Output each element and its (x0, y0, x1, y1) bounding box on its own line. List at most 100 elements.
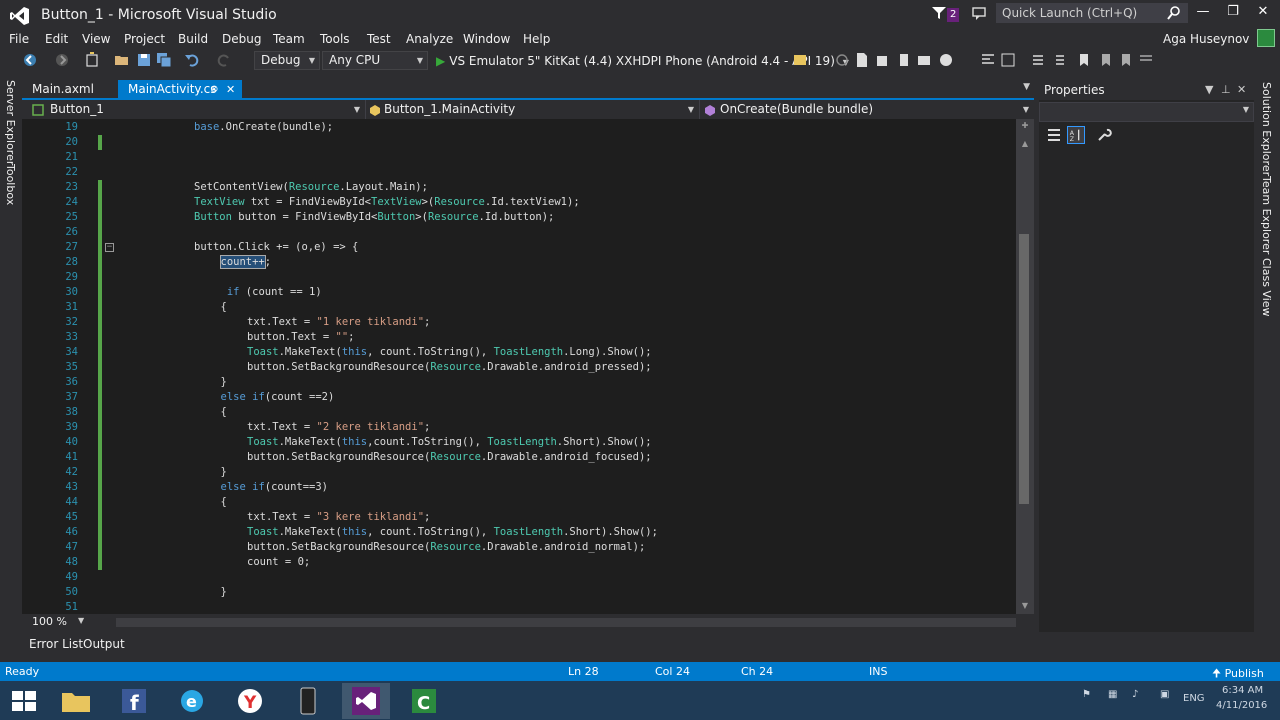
tab-mainactivity-cs[interactable]: MainActivity.cs ⊗ ✕ (118, 80, 242, 99)
new-project-icon[interactable] (84, 52, 100, 68)
input-language[interactable]: ENG (1183, 693, 1205, 704)
bookmark-icon[interactable] (1076, 52, 1092, 68)
code-text[interactable]: txt.Text = "1 kere tiklandi"; (247, 315, 430, 330)
pin-icon[interactable]: ⊗ (210, 80, 218, 99)
code-line[interactable]: 22 (22, 165, 1016, 180)
close-icon[interactable]: ✕ (1237, 83, 1246, 96)
code-line[interactable]: 35 button.SetBackgroundResource(Resource.… (22, 360, 1016, 375)
tab-overflow-icon[interactable]: ▼ (1023, 82, 1030, 92)
code-text[interactable]: Button button = FindViewById<Button>(Res… (194, 210, 554, 225)
zoom-level[interactable]: 100 % (32, 615, 67, 628)
code-text[interactable]: txt.Text = "3 kere tiklandi"; (247, 510, 430, 525)
tray-volume-icon[interactable]: ♪ (1132, 689, 1138, 700)
code-line[interactable]: 28 count++; (22, 255, 1016, 270)
avatar[interactable] (1257, 29, 1275, 47)
code-line[interactable]: 48 count = 0; (22, 555, 1016, 570)
code-line[interactable]: 43 else if(count==3) (22, 480, 1016, 495)
code-line[interactable]: 51 (22, 600, 1016, 614)
menu-window[interactable]: Window (463, 31, 510, 47)
forward-icon[interactable] (54, 52, 70, 68)
code-line[interactable]: 30 if (count == 1) (22, 285, 1016, 300)
categorized-icon[interactable] (1045, 126, 1063, 144)
redo-icon[interactable] (216, 52, 232, 68)
scroll-up-icon[interactable]: ▲ (1019, 139, 1031, 151)
menu-analyze[interactable]: Analyze (406, 31, 453, 47)
team-explorer-tab[interactable]: Team Explorer (1260, 176, 1273, 254)
code-line[interactable]: 47 button.SetBackgroundResource(Resource.… (22, 540, 1016, 555)
solution-explorer-tab[interactable]: Solution Explorer (1260, 82, 1273, 176)
code-line[interactable]: 20 (22, 135, 1016, 150)
collapse-icon[interactable]: − (105, 243, 114, 252)
attach-icon[interactable] (834, 52, 850, 68)
server-explorer-tab[interactable]: Server Explorer (4, 80, 17, 165)
menu-project[interactable]: Project (124, 31, 165, 47)
code-text[interactable]: button.SetBackgroundResource(Resource.Dr… (247, 360, 652, 375)
code-text[interactable]: button.Text = ""; (247, 330, 355, 345)
code-line[interactable]: 49 (22, 570, 1016, 585)
code-line[interactable]: 38 { (22, 405, 1016, 420)
code-line[interactable]: 19 base.OnCreate(bundle); (22, 120, 1016, 135)
wrench-icon[interactable] (1095, 126, 1113, 144)
document-icon[interactable] (854, 52, 870, 68)
code-text[interactable]: Toast.MakeText(this, count.ToString(), T… (247, 525, 658, 540)
store-icon[interactable] (916, 52, 932, 68)
code-text[interactable]: if (count == 1) (221, 285, 322, 300)
code-text[interactable]: button.Click += (o,e) => { (194, 240, 358, 255)
close-icon[interactable]: ✕ (226, 80, 235, 99)
start-button[interactable] (0, 683, 48, 719)
bookmark-prev-icon[interactable] (1098, 52, 1114, 68)
menu-file[interactable]: File (9, 31, 29, 47)
bookmark-next-icon[interactable] (1118, 52, 1134, 68)
code-text[interactable]: TextView txt = FindViewById<TextView>(Re… (194, 195, 580, 210)
pin-icon[interactable]: ⊥ (1221, 83, 1231, 96)
tab-output[interactable]: Output (83, 637, 125, 651)
clock-date[interactable]: 4/11/2016 (1216, 700, 1267, 711)
align-icon[interactable] (980, 52, 996, 68)
code-text[interactable]: count++; (219, 255, 271, 270)
menu-view[interactable]: View (82, 31, 110, 47)
layout-icon[interactable] (1000, 52, 1016, 68)
format-icon[interactable] (1030, 52, 1046, 68)
quick-launch-input[interactable] (997, 4, 1157, 22)
code-text[interactable]: } (221, 375, 227, 390)
project-combo[interactable]: Button_1 ▼ (22, 100, 366, 119)
android-sdk-icon[interactable] (874, 52, 890, 68)
editor-vertical-scrollbar[interactable]: ✚ ▲ ▼ (1016, 119, 1034, 614)
code-text[interactable]: SetContentView(Resource.Layout.Main); (194, 180, 428, 195)
taskbar-emulator[interactable] (284, 683, 332, 719)
maximize-button[interactable]: ❐ (1220, 4, 1246, 24)
quick-launch-box[interactable] (996, 3, 1188, 23)
code-line[interactable]: 46 Toast.MakeText(this, count.ToString(),… (22, 525, 1016, 540)
chevron-down-icon[interactable]: ▼ (78, 616, 84, 625)
code-text[interactable]: else if(count==3) (221, 480, 329, 495)
undo-icon[interactable] (184, 52, 200, 68)
code-line[interactable]: 29 (22, 270, 1016, 285)
code-text[interactable]: Toast.MakeText(this, count.ToString(), T… (247, 345, 652, 360)
tray-network-icon[interactable]: ▦ (1108, 689, 1117, 700)
code-line[interactable]: 42} (22, 465, 1016, 480)
signed-in-user[interactable]: Aga Huseynov (1163, 31, 1249, 47)
code-line[interactable]: 32 txt.Text = "1 kere tiklandi"; (22, 315, 1016, 330)
code-text[interactable]: base.OnCreate(bundle); (194, 120, 333, 135)
code-text[interactable]: } (221, 465, 227, 480)
code-line[interactable]: 40 Toast.MakeText(this,count.ToString(), … (22, 435, 1016, 450)
device-manager-icon[interactable] (792, 52, 808, 68)
code-line[interactable]: 33 button.Text = ""; (22, 330, 1016, 345)
code-text[interactable]: txt.Text = "2 kere tiklandi"; (247, 420, 430, 435)
globe-icon[interactable] (938, 52, 954, 68)
tab-error-list[interactable]: Error List (29, 637, 83, 651)
save-all-icon[interactable] (156, 52, 172, 68)
code-editor[interactable]: 19 base.OnCreate(bundle); 20 21 22 23 SetConte… (22, 119, 1016, 614)
taskbar-file-explorer[interactable] (52, 683, 100, 719)
toolbox-tab[interactable]: Toolbox (4, 164, 17, 205)
code-text[interactable]: } (221, 585, 227, 600)
class-view-tab[interactable]: Class View (1260, 258, 1273, 317)
code-text[interactable]: { (221, 405, 227, 420)
save-icon[interactable] (136, 52, 152, 68)
code-text[interactable]: button.SetBackgroundResource(Resource.Dr… (247, 540, 645, 555)
code-line[interactable]: 44 { (22, 495, 1016, 510)
taskbar-visual-studio[interactable] (342, 683, 390, 719)
code-text[interactable]: { (221, 495, 227, 510)
type-combo[interactable]: Button_1.MainActivity ▼ (366, 100, 700, 119)
alphabetical-icon[interactable]: AZ (1067, 126, 1085, 144)
